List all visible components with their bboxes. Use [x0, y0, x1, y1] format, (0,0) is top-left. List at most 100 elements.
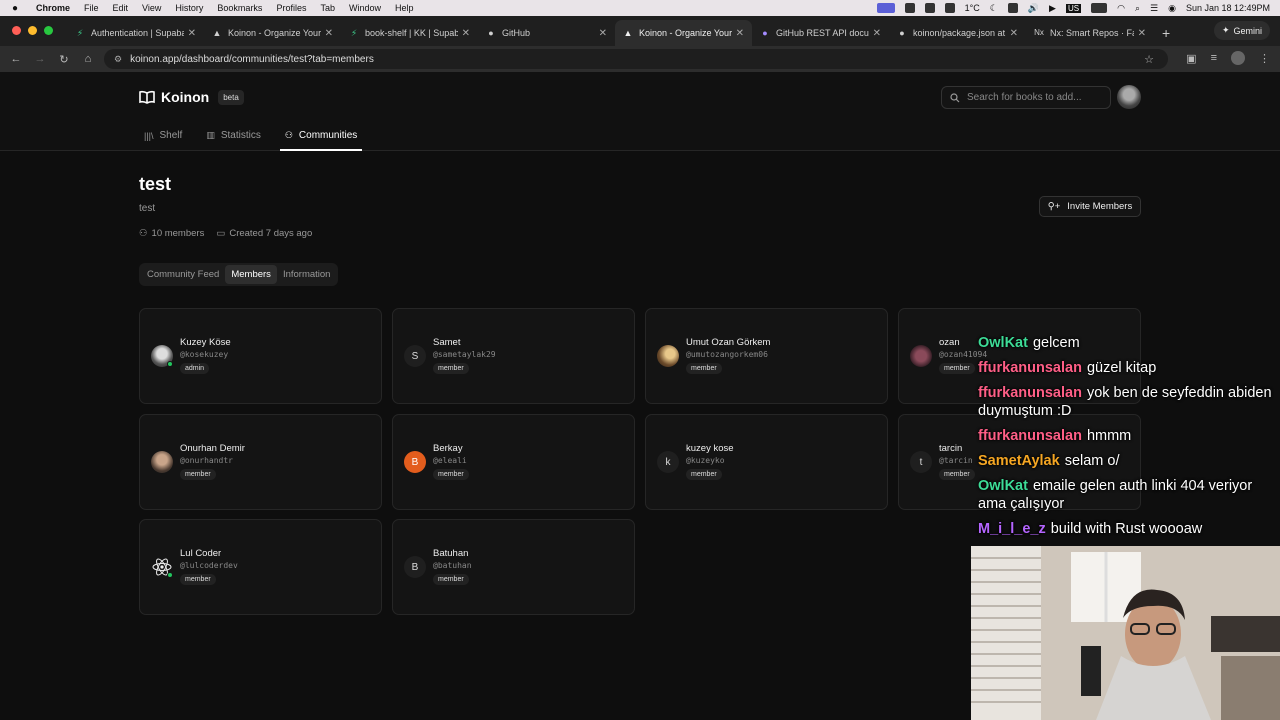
- menu-profiles[interactable]: Profiles: [276, 3, 306, 13]
- more-menu-icon[interactable]: ⋮: [1259, 52, 1270, 65]
- close-window-button[interactable]: [12, 26, 21, 35]
- tab-information[interactable]: Information: [277, 265, 337, 284]
- role-badge: member: [433, 469, 469, 480]
- tab-title: Nx: Smart Repos · Fast: [1050, 28, 1134, 38]
- role-badge: member: [433, 363, 469, 374]
- profile-avatar[interactable]: [1231, 51, 1245, 65]
- member-card[interactable]: B Batuhan @batuhan member: [392, 519, 635, 615]
- role-badge: member: [939, 469, 975, 480]
- menu-file[interactable]: File: [84, 3, 99, 13]
- github-icon: ●: [899, 28, 905, 38]
- chat-username: OwlKat: [978, 335, 1028, 351]
- browser-tab[interactable]: ▲ Koinon - Organize Your ✕: [204, 20, 341, 46]
- menu-bookmarks[interactable]: Bookmarks: [217, 3, 262, 13]
- book-search-input[interactable]: [967, 92, 1102, 103]
- close-tab-icon[interactable]: ✕: [1138, 28, 1146, 39]
- nav-tab-label: Communities: [298, 130, 358, 141]
- search-icon[interactable]: ⌕: [1135, 3, 1140, 14]
- apple-icon[interactable]: ●: [12, 3, 26, 14]
- volume-icon[interactable]: 🔊: [1028, 3, 1039, 14]
- close-tab-icon[interactable]: ✕: [1010, 28, 1018, 39]
- browser-tab[interactable]: Nx Nx: Smart Repos · Fast ✕: [1026, 20, 1154, 46]
- brand[interactable]: Koinon beta: [139, 89, 244, 105]
- chat-username: ffurkanunsalan: [978, 360, 1082, 376]
- member-card[interactable]: Umut Ozan Görkem @umutozangorkem06 membe…: [645, 308, 888, 404]
- member-card[interactable]: B Berkay @eleali member: [392, 414, 635, 510]
- forward-icon[interactable]: →: [28, 53, 52, 65]
- screen-share-icon[interactable]: [876, 3, 895, 13]
- close-tab-icon[interactable]: ✕: [736, 28, 744, 39]
- siri-icon[interactable]: ◉: [1168, 3, 1176, 14]
- member-handle: @onurhandtr: [180, 456, 233, 465]
- close-tab-icon[interactable]: ✕: [873, 28, 881, 39]
- chat-message: ffurkanunsalan güzel kitap: [978, 359, 1278, 377]
- browser-tab-active[interactable]: ▲ Koinon - Organize Your ✕: [615, 20, 752, 46]
- avatar: B: [404, 451, 426, 473]
- grid-icon[interactable]: [944, 3, 955, 13]
- new-tab-button[interactable]: +: [1162, 25, 1176, 41]
- nav-tab-communities[interactable]: ⚇ Communities: [279, 122, 363, 151]
- nav-tab-label: Shelf: [159, 130, 183, 141]
- wifi-icon[interactable]: ◠: [1117, 3, 1125, 14]
- close-tab-icon[interactable]: ✕: [325, 28, 333, 39]
- back-icon[interactable]: ←: [4, 53, 28, 65]
- browser-tab[interactable]: ● GitHub ✕: [478, 20, 615, 46]
- tab-title: Koinon - Organize Your: [639, 28, 732, 38]
- chat-text: güzel kitap: [1086, 360, 1157, 376]
- close-tab-icon[interactable]: ✕: [462, 28, 470, 39]
- close-tab-icon[interactable]: ✕: [599, 28, 607, 39]
- tab-community-feed[interactable]: Community Feed: [141, 265, 225, 284]
- reload-icon[interactable]: ↻: [52, 53, 76, 66]
- user-plus-icon: ⚲+: [1047, 201, 1061, 212]
- clock-readout[interactable]: Sun Jan 18 12:49PM: [1186, 3, 1270, 13]
- menu-edit[interactable]: Edit: [113, 3, 129, 13]
- menu-history[interactable]: History: [175, 3, 203, 13]
- member-card[interactable]: Kuzey Köse @kosekuzey admin: [139, 308, 382, 404]
- notes-icon[interactable]: [924, 3, 935, 13]
- role-badge: member: [433, 574, 469, 585]
- menu-app[interactable]: Chrome: [36, 3, 70, 13]
- tab-search-icon[interactable]: ▣: [1186, 52, 1196, 65]
- site-settings-icon[interactable]: ⚙: [114, 54, 122, 65]
- browser-tab[interactable]: ⚡ book-shelf | KK | Supab ✕: [341, 20, 478, 46]
- gemini-button[interactable]: ✦ Gemini: [1213, 21, 1270, 40]
- user-avatar[interactable]: [1117, 85, 1141, 109]
- display-icon[interactable]: [1007, 3, 1018, 13]
- menu-help[interactable]: Help: [395, 3, 414, 13]
- tab-members[interactable]: Members: [225, 265, 277, 284]
- battery-icon[interactable]: [1091, 3, 1108, 13]
- toolbar-actions: ▣ ≡ ⋮: [1186, 51, 1270, 65]
- browser-tab[interactable]: ⚡ Authentication | Supaba ✕: [67, 20, 204, 46]
- address-bar[interactable]: ⚙ koinon.app/dashboard/communities/test?…: [104, 49, 1168, 69]
- weather-readout[interactable]: 1°C: [965, 3, 980, 13]
- bookmark-star-icon[interactable]: ☆: [1144, 53, 1154, 66]
- play-icon[interactable]: ▶: [1049, 3, 1056, 14]
- browser-tabstrip: ⚡ Authentication | Supaba ✕ ▲ Koinon - Orga…: [0, 16, 1280, 46]
- reading-list-icon[interactable]: ≡: [1211, 52, 1217, 64]
- nav-tab-shelf[interactable]: |||\ Shelf: [139, 122, 187, 151]
- close-tab-icon[interactable]: ✕: [188, 28, 196, 39]
- minimize-window-button[interactable]: [28, 26, 37, 35]
- menu-window[interactable]: Window: [349, 3, 381, 13]
- locale-badge[interactable]: US: [1065, 3, 1082, 13]
- avatar: [910, 345, 932, 367]
- invite-members-button[interactable]: ⚲+ Invite Members: [1039, 196, 1141, 217]
- member-card[interactable]: k kuzey kose @kuzeyko member: [645, 414, 888, 510]
- book-search[interactable]: [941, 86, 1111, 109]
- role-badge: member: [180, 469, 216, 480]
- member-card[interactable]: Onurhan Demir @onurhandtr member: [139, 414, 382, 510]
- zoom-window-button[interactable]: [44, 26, 53, 35]
- shield-icon[interactable]: [904, 3, 915, 13]
- url-text[interactable]: koinon.app/dashboard/communities/test?ta…: [130, 54, 374, 65]
- home-icon[interactable]: ⌂: [76, 53, 100, 65]
- menu-view[interactable]: View: [142, 3, 161, 13]
- browser-tab[interactable]: ● koinon/package.json at ✕: [889, 20, 1026, 46]
- menu-tab[interactable]: Tab: [320, 3, 335, 13]
- control-center-icon[interactable]: ☰: [1150, 3, 1158, 14]
- moon-icon[interactable]: ☾: [990, 3, 998, 14]
- supabase-icon: ⚡: [76, 28, 84, 38]
- member-card[interactable]: S Samet @sametaylak29 member: [392, 308, 635, 404]
- member-card[interactable]: Lul Coder @lulcoderdev member: [139, 519, 382, 615]
- browser-tab[interactable]: ● GitHub REST API docum ✕: [752, 20, 889, 46]
- nav-tab-statistics[interactable]: ▥ Statistics: [201, 122, 266, 151]
